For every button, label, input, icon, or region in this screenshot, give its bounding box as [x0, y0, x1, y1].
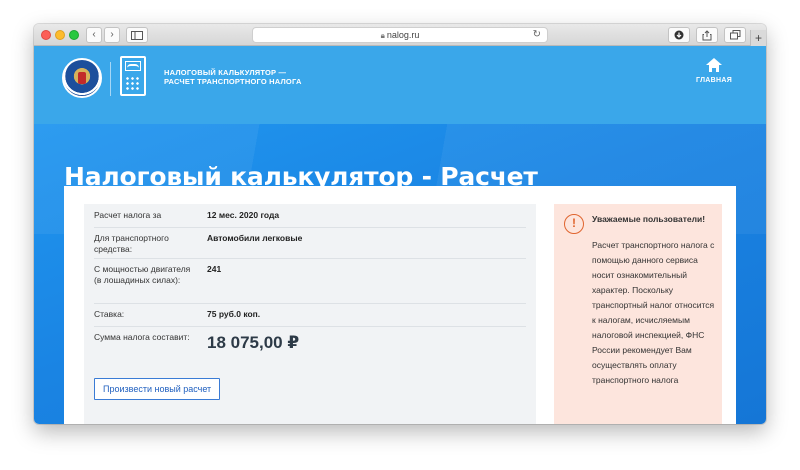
result-label: Для транспортного средства: [94, 233, 169, 254]
share-icon [702, 30, 712, 41]
tax-amount-value: 18 075,00 ₽ [207, 333, 300, 352]
zoom-window-button[interactable] [69, 30, 79, 40]
new-calculation-button[interactable]: Произвести новый расчет [94, 378, 221, 400]
minimize-window-button[interactable] [55, 30, 65, 40]
result-label: Сумма налога составит: [94, 332, 190, 342]
notice-panel: ! Уважаемые пользователи! Расчет транспо… [554, 204, 722, 424]
warning-icon: ! [564, 214, 584, 234]
notice-title: Уважаемые пользователи! [592, 214, 706, 224]
calculation-result-card: Расчет налога за 12 мес. 2020 года Для т… [64, 186, 736, 424]
home-icon [706, 58, 722, 72]
emblem-shield [78, 72, 86, 84]
result-value: 241 [207, 264, 222, 274]
sidebar-icon [131, 31, 143, 40]
result-label: Ставка: [94, 309, 125, 319]
result-row-vehicle-type: Для транспортного средства: Автомобили л… [94, 233, 526, 259]
lock-icon: 🔒︎ [380, 31, 385, 40]
share-button[interactable] [696, 27, 718, 43]
tabs-overview-button[interactable] [724, 27, 746, 43]
result-row-engine-power: С мощностью двигателя (в лошадиных силах… [94, 264, 526, 304]
new-tab-button[interactable]: + [750, 30, 766, 46]
home-link[interactable]: ГЛАВНАЯ [694, 58, 734, 84]
result-value: 75 руб.0 коп. [207, 309, 261, 319]
forward-button[interactable]: › [104, 27, 120, 43]
result-label: С мощностью двигателя (в лошадиных силах… [94, 264, 191, 285]
download-icon [674, 30, 684, 40]
service-title-line1: НАЛОГОВЫЙ КАЛЬКУЛЯТОР — [164, 68, 287, 77]
browser-toolbar: ‹ › 🔒︎ nalog.ru ↻ + [34, 24, 766, 46]
result-row-rate: Ставка: 75 руб.0 коп. [94, 309, 526, 327]
sidebar-toggle-button[interactable] [126, 27, 148, 43]
close-window-button[interactable] [41, 30, 51, 40]
result-row-tax-amount: Сумма налога составит: 18 075,00 ₽ [94, 332, 526, 368]
address-bar[interactable]: 🔒︎ nalog.ru ↻ [252, 27, 548, 43]
result-value: Автомобили легковые [207, 233, 303, 243]
browser-window: ‹ › 🔒︎ nalog.ru ↻ + НАЛОГОВЫЙ КАЛЬКУЛЯТО… [34, 24, 766, 424]
result-table: Расчет налога за 12 мес. 2020 года Для т… [84, 204, 536, 424]
home-label: ГЛАВНАЯ [695, 77, 733, 84]
service-title-line2: РАСЧЕТ ТРАНСПОРТНОГО НАЛОГА [164, 77, 302, 86]
result-value: 12 мес. 2020 года [207, 210, 280, 220]
result-label: Расчет налога за [94, 210, 162, 220]
service-title[interactable]: НАЛОГОВЫЙ КАЛЬКУЛЯТОР — РАСЧЕТ ТРАНСПОРТ… [164, 68, 344, 86]
site-header: НАЛОГОВЫЙ КАЛЬКУЛЯТОР — РАСЧЕТ ТРАНСПОРТ… [34, 46, 766, 124]
downloads-button[interactable] [668, 27, 690, 43]
reload-icon[interactable]: ↻ [533, 28, 541, 42]
result-row-period: Расчет налога за 12 мес. 2020 года [94, 210, 526, 228]
calculator-car-icon [120, 56, 146, 96]
address-bar-text: nalog.ru [386, 30, 420, 40]
tabs-icon [729, 30, 740, 40]
back-button[interactable]: ‹ [86, 27, 102, 43]
notice-body: Расчет транспортного налога с помощью да… [592, 240, 715, 385]
fns-emblem-logo[interactable] [62, 58, 102, 98]
header-divider [110, 62, 111, 96]
